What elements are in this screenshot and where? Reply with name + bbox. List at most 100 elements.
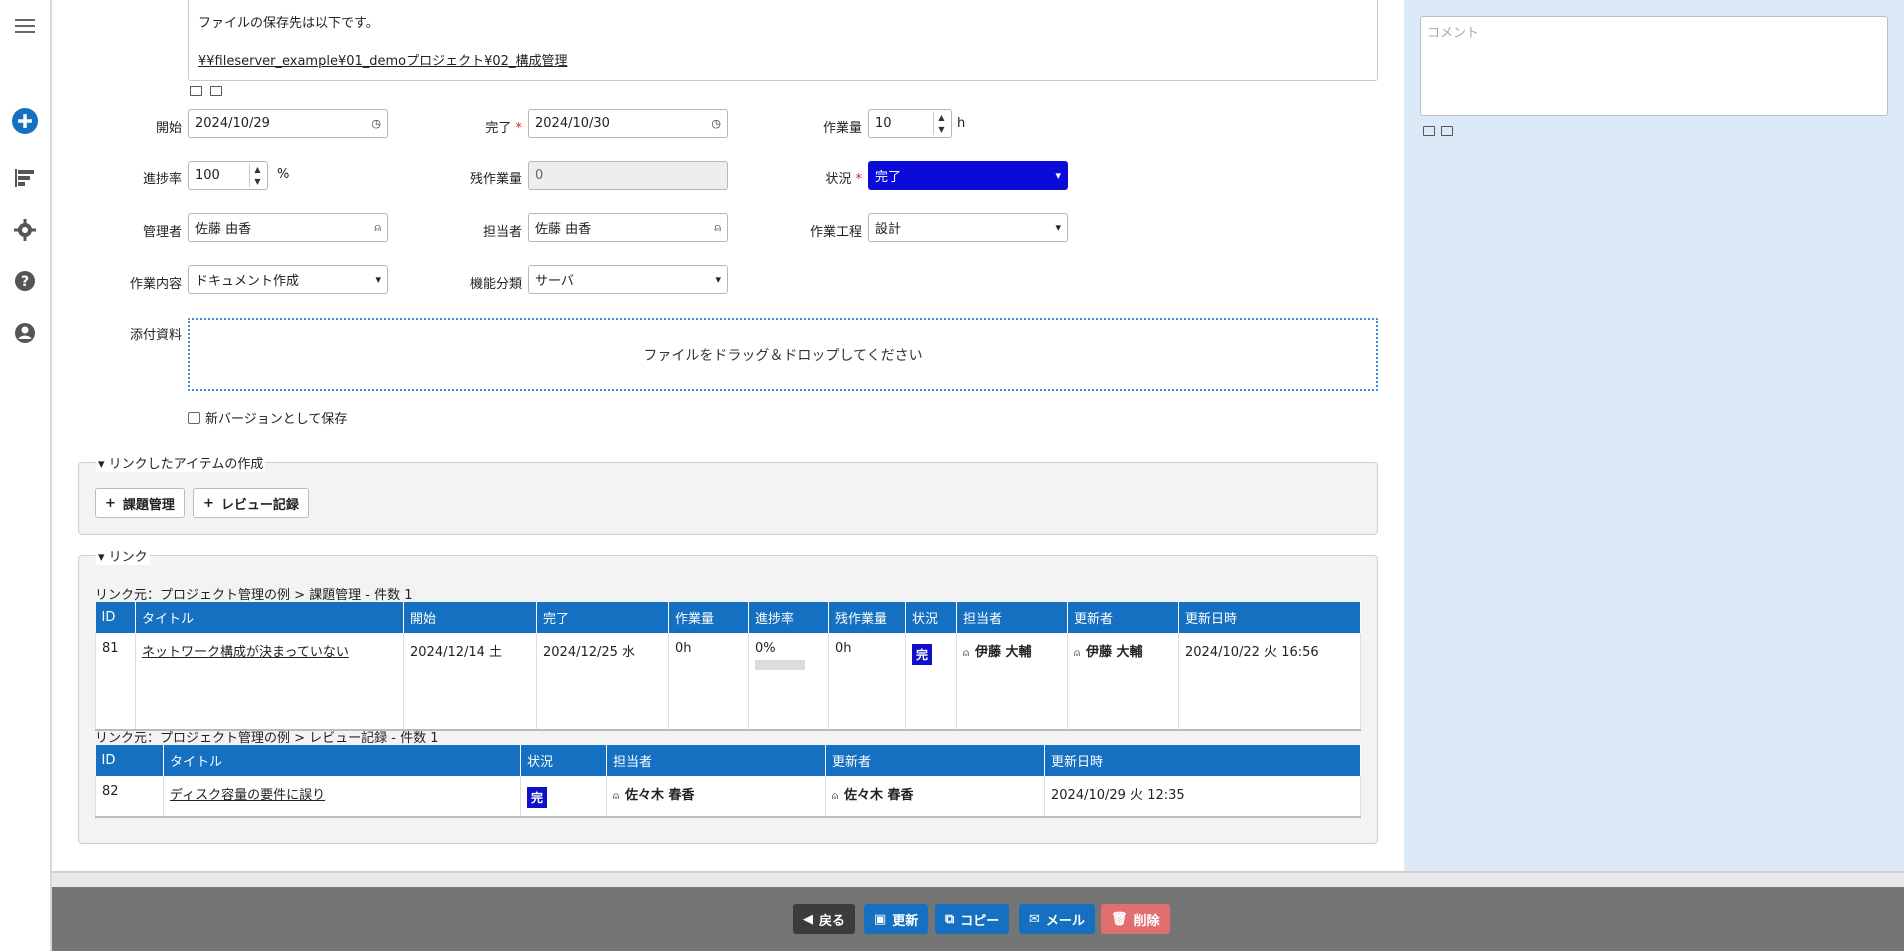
table-icon[interactable] <box>210 86 222 96</box>
back-button[interactable]: ◀ 戻る <box>793 904 856 934</box>
file-dropzone[interactable]: ファイルをドラッグ＆ドロップしてください <box>188 318 1378 391</box>
table-row[interactable]: 82 ディスク容量の要件に誤り 完 ⍝ 佐々木 春香 ⍝ 佐々木 春香 2024/1… <box>95 776 1361 818</box>
content-select[interactable]: ドキュメント作成 ▾ <box>188 265 388 294</box>
user-icon[interactable] <box>12 320 38 346</box>
create-review-button[interactable]: + レビュー記録 <box>193 488 309 518</box>
progress-bar <box>755 660 805 670</box>
col-start[interactable]: 開始 <box>403 602 537 633</box>
user-icon: ⍝ <box>613 791 619 802</box>
col-owner[interactable]: 担当者 <box>606 745 826 776</box>
body-line-1: ファイルの保存先は以下です。 <box>198 16 379 31</box>
status-label: 状況 * <box>825 172 862 187</box>
status-select[interactable]: 完了 ▾ <box>868 161 1068 190</box>
cell-updater: 伊藤 大輔 <box>1086 645 1143 660</box>
cell-id: 81 <box>95 633 136 731</box>
col-id[interactable]: ID <box>95 745 164 776</box>
copy-button[interactable]: ⧉ コピー <box>935 904 1010 934</box>
function-select[interactable]: サーバ ▾ <box>528 265 728 294</box>
mail-icon: ✉ <box>1029 911 1040 927</box>
content-label: 作業内容 <box>129 277 182 292</box>
work-volume-unit: h <box>957 116 966 131</box>
gantt-icon[interactable] <box>12 165 38 191</box>
process-label: 作業工程 <box>809 225 862 240</box>
user-icon: ⍝ <box>374 220 381 234</box>
comment-toolbar <box>1423 126 1453 136</box>
col-status[interactable]: 状況 <box>520 745 607 776</box>
col-updated[interactable]: 更新日時 <box>1178 602 1361 633</box>
linked-create-legend[interactable]: ▾ リンクしたアイテムの作成 <box>96 453 266 472</box>
end-date-field[interactable]: 2024/10/30 ◷ <box>528 109 728 138</box>
start-date-field[interactable]: 2024/10/29 ◷ <box>188 109 388 138</box>
progress-label: 進捗率 <box>142 172 182 187</box>
progress-unit: % <box>277 167 290 182</box>
delete-button[interactable]: 🗑 削除 <box>1101 904 1170 934</box>
new-version-checkbox[interactable] <box>188 411 200 424</box>
cell-id: 82 <box>95 776 164 818</box>
col-owner[interactable]: 担当者 <box>956 602 1068 633</box>
image-icon[interactable] <box>190 86 202 96</box>
back-arrow-icon: ◀ <box>803 911 813 927</box>
cell-start: 2024/12/14 土 <box>403 633 537 731</box>
work-volume-stepper[interactable]: 10 ▲ ▼ <box>868 109 952 138</box>
copy-icon: ⧉ <box>945 911 955 927</box>
col-progress[interactable]: 進捗率 <box>748 602 829 633</box>
manager-label: 管理者 <box>142 225 182 240</box>
cell-updated: 2024/10/22 火 16:56 <box>1178 633 1361 731</box>
owner-field[interactable]: 佐藤 由香 ⍝ <box>528 213 728 242</box>
col-remaining[interactable]: 残作業量 <box>828 602 906 633</box>
chevron-down-icon: ▾ <box>375 273 381 286</box>
col-end[interactable]: 完了 <box>536 602 669 633</box>
clock-icon: ◷ <box>371 117 381 130</box>
svg-text:?: ? <box>21 274 29 290</box>
body-line-2[interactable]: ¥¥fileserver_example¥01_demoプロジェクト¥02_構成… <box>198 52 1368 72</box>
add-circle-icon[interactable] <box>12 108 38 134</box>
mail-button[interactable]: ✉ メール <box>1019 904 1095 934</box>
reviews-caption: リンク元：プロジェクト管理の例 > レビュー記録 - 件数 1 <box>95 731 439 746</box>
col-updater[interactable]: 更新者 <box>825 745 1045 776</box>
remaining-label: 残作業量 <box>469 172 522 187</box>
review-title-link[interactable]: ディスク容量の要件に誤り <box>170 788 325 803</box>
create-issue-button[interactable]: + 課題管理 <box>95 488 185 518</box>
stepper-arrows-icon[interactable]: ▲ ▼ <box>249 164 265 187</box>
owner-label: 担当者 <box>482 225 522 240</box>
stepper-arrows-icon[interactable]: ▲ ▼ <box>933 112 949 135</box>
body-toolbar <box>190 86 222 96</box>
menu-icon[interactable] <box>12 13 38 39</box>
plus-icon: + <box>105 495 116 511</box>
col-updater[interactable]: 更新者 <box>1067 602 1179 633</box>
comment-input[interactable]: コメント <box>1420 16 1888 116</box>
function-label: 機能分類 <box>469 277 522 292</box>
manager-field[interactable]: 佐藤 由香 ⍝ <box>188 213 388 242</box>
table-icon[interactable] <box>1441 126 1453 136</box>
user-icon: ⍝ <box>832 791 838 802</box>
end-label: 完了 * <box>485 121 522 136</box>
left-nav-rail: ? <box>0 0 52 951</box>
footer-separator <box>52 871 1904 887</box>
table-row[interactable]: 81 ネットワーク構成が決まっていない 2024/12/14 土 2024/12… <box>95 633 1361 731</box>
gear-icon[interactable] <box>12 217 38 243</box>
links-legend[interactable]: ▾ リンク <box>96 546 150 565</box>
issue-title-link[interactable]: ネットワーク構成が決まっていない <box>142 645 349 660</box>
help-icon[interactable]: ? <box>12 268 38 294</box>
col-work[interactable]: 作業量 <box>668 602 749 633</box>
col-status[interactable]: 状況 <box>905 602 957 633</box>
status-badge: 完 <box>912 644 933 665</box>
col-title[interactable]: タイトル <box>163 745 521 776</box>
update-button[interactable]: ▣ 更新 <box>864 904 929 934</box>
remaining-field: 0 <box>528 161 728 190</box>
process-select[interactable]: 設計 ▾ <box>868 213 1068 242</box>
col-title[interactable]: タイトル <box>135 602 404 633</box>
status-badge: 完 <box>527 787 548 808</box>
progress-stepper[interactable]: 100 ▲ ▼ <box>188 161 268 190</box>
cell-owner: 佐々木 春香 <box>625 788 695 803</box>
cell-owner: 伊藤 大輔 <box>975 645 1032 660</box>
comment-pane <box>1404 0 1904 871</box>
user-icon: ⍝ <box>714 220 721 234</box>
col-id[interactable]: ID <box>95 602 136 633</box>
image-icon[interactable] <box>1423 126 1435 136</box>
body-text-area[interactable]: ファイルの保存先は以下です。 ¥¥fileserver_example¥01_d… <box>188 0 1378 81</box>
reviews-table: ID タイトル 状況 担当者 更新者 更新日時 82 ディスク容量の要件に誤り … <box>95 745 1361 818</box>
attachments-label: 添付資料 <box>129 328 182 343</box>
cell-end: 2024/12/25 水 <box>536 633 669 731</box>
col-updated[interactable]: 更新日時 <box>1044 745 1361 776</box>
